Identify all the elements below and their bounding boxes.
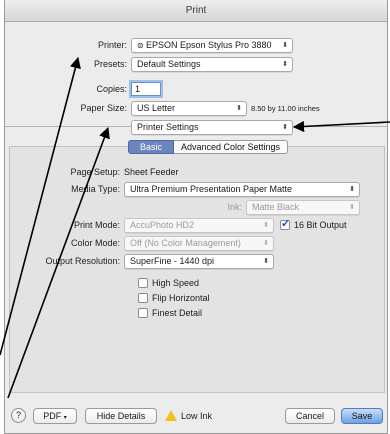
ink-value: Matte Black [252,202,300,212]
popup-arrows-icon: ⬍ [349,186,355,193]
high-speed-checkbox[interactable] [138,278,148,288]
media-type-value: Ultra Premium Presentation Paper Matte [130,184,293,194]
print-dialog: Print Printer: ⊜ EPSON Epson Stylus Pro … [4,0,388,434]
output-resolution-label: Output Resolution: [45,256,120,266]
window-title: Print [5,0,387,22]
printer-value: EPSON Epson Stylus Pro 3880 [145,40,272,50]
popup-arrows-icon: ⬍ [263,258,269,265]
page-setup-value: Sheet Feeder [124,167,179,177]
cancel-button[interactable]: Cancel [285,408,335,424]
hide-details-button[interactable]: Hide Details [85,408,157,424]
color-mode-popup[interactable]: Off (No Color Management) ⬍ [124,236,274,251]
finest-detail-checkbox[interactable] [138,308,148,318]
printer-label: Printer: [97,40,127,50]
presets-popup[interactable]: Default Settings ⬍ [131,57,293,72]
sixteen-bit-label: 16 Bit Output [294,220,347,230]
save-button[interactable]: Save [341,408,383,424]
popup-arrows-icon: ⬍ [263,222,269,229]
presets-value: Default Settings [137,59,201,69]
color-mode-value: Off (No Color Management) [130,238,241,248]
media-type-label: Media Type: [71,184,120,194]
output-resolution-value: SuperFine - 1440 dpi [130,256,215,266]
section-popup-value: Printer Settings [137,122,199,132]
popup-arrows-icon: ⬍ [282,42,288,49]
popup-arrows-icon: ⬍ [282,124,288,131]
popup-arrows-icon: ⬍ [236,105,242,112]
ink-popup[interactable]: Matte Black ⬍ [246,200,360,215]
presets-label: Presets: [93,59,127,69]
tab-advanced-color-settings[interactable]: Advanced Color Settings [174,140,288,154]
ink-label: Ink: [227,202,242,212]
printer-popup[interactable]: ⊜ EPSON Epson Stylus Pro 3880 ⬍ [131,38,293,53]
sixteen-bit-checkbox[interactable] [280,217,290,230]
warning-icon [165,410,177,421]
flip-horizontal-checkbox[interactable] [138,293,148,303]
copies-label: Copies: [96,84,127,94]
copies-field[interactable]: 1 [131,82,161,96]
chevron-down-icon: ▾ [63,415,67,421]
print-mode-value: AccuPhoto HD2 [130,220,195,230]
output-resolution-popup[interactable]: SuperFine - 1440 dpi ⬍ [124,254,274,269]
section-popup[interactable]: Printer Settings ⬍ [131,120,293,135]
settings-panel: Basic Advanced Color Settings Page Setup… [9,140,385,393]
paper-size-label: Paper Size: [80,103,127,113]
popup-arrows-icon: ⬍ [263,240,269,247]
pdf-label: PDF [43,411,62,421]
finest-detail-label: Finest Detail [152,308,203,318]
printer-status-icon: ⊜ [137,41,146,50]
print-mode-label: Print Mode: [73,220,120,230]
flip-horizontal-label: Flip Horizontal [152,293,210,303]
high-speed-label: High Speed [152,278,200,288]
popup-arrows-icon: ⬍ [282,61,288,68]
help-button[interactable]: ? [11,408,26,423]
pdf-menu-button[interactable]: PDF ▾ [33,408,77,424]
page-setup-label: Page Setup: [70,167,120,177]
paper-size-popup[interactable]: US Letter ⬍ [131,101,247,116]
media-type-popup[interactable]: Ultra Premium Presentation Paper Matte ⬍ [124,182,360,197]
tab-basic[interactable]: Basic [128,140,174,154]
paper-dimensions: 8.50 by 11.00 inches [251,104,320,113]
color-mode-label: Color Mode: [70,238,120,248]
paper-size-value: US Letter [137,103,176,113]
popup-arrows-icon: ⬍ [349,204,355,211]
print-mode-popup[interactable]: AccuPhoto HD2 ⬍ [124,218,274,233]
low-ink-label: Low Ink [181,411,213,421]
